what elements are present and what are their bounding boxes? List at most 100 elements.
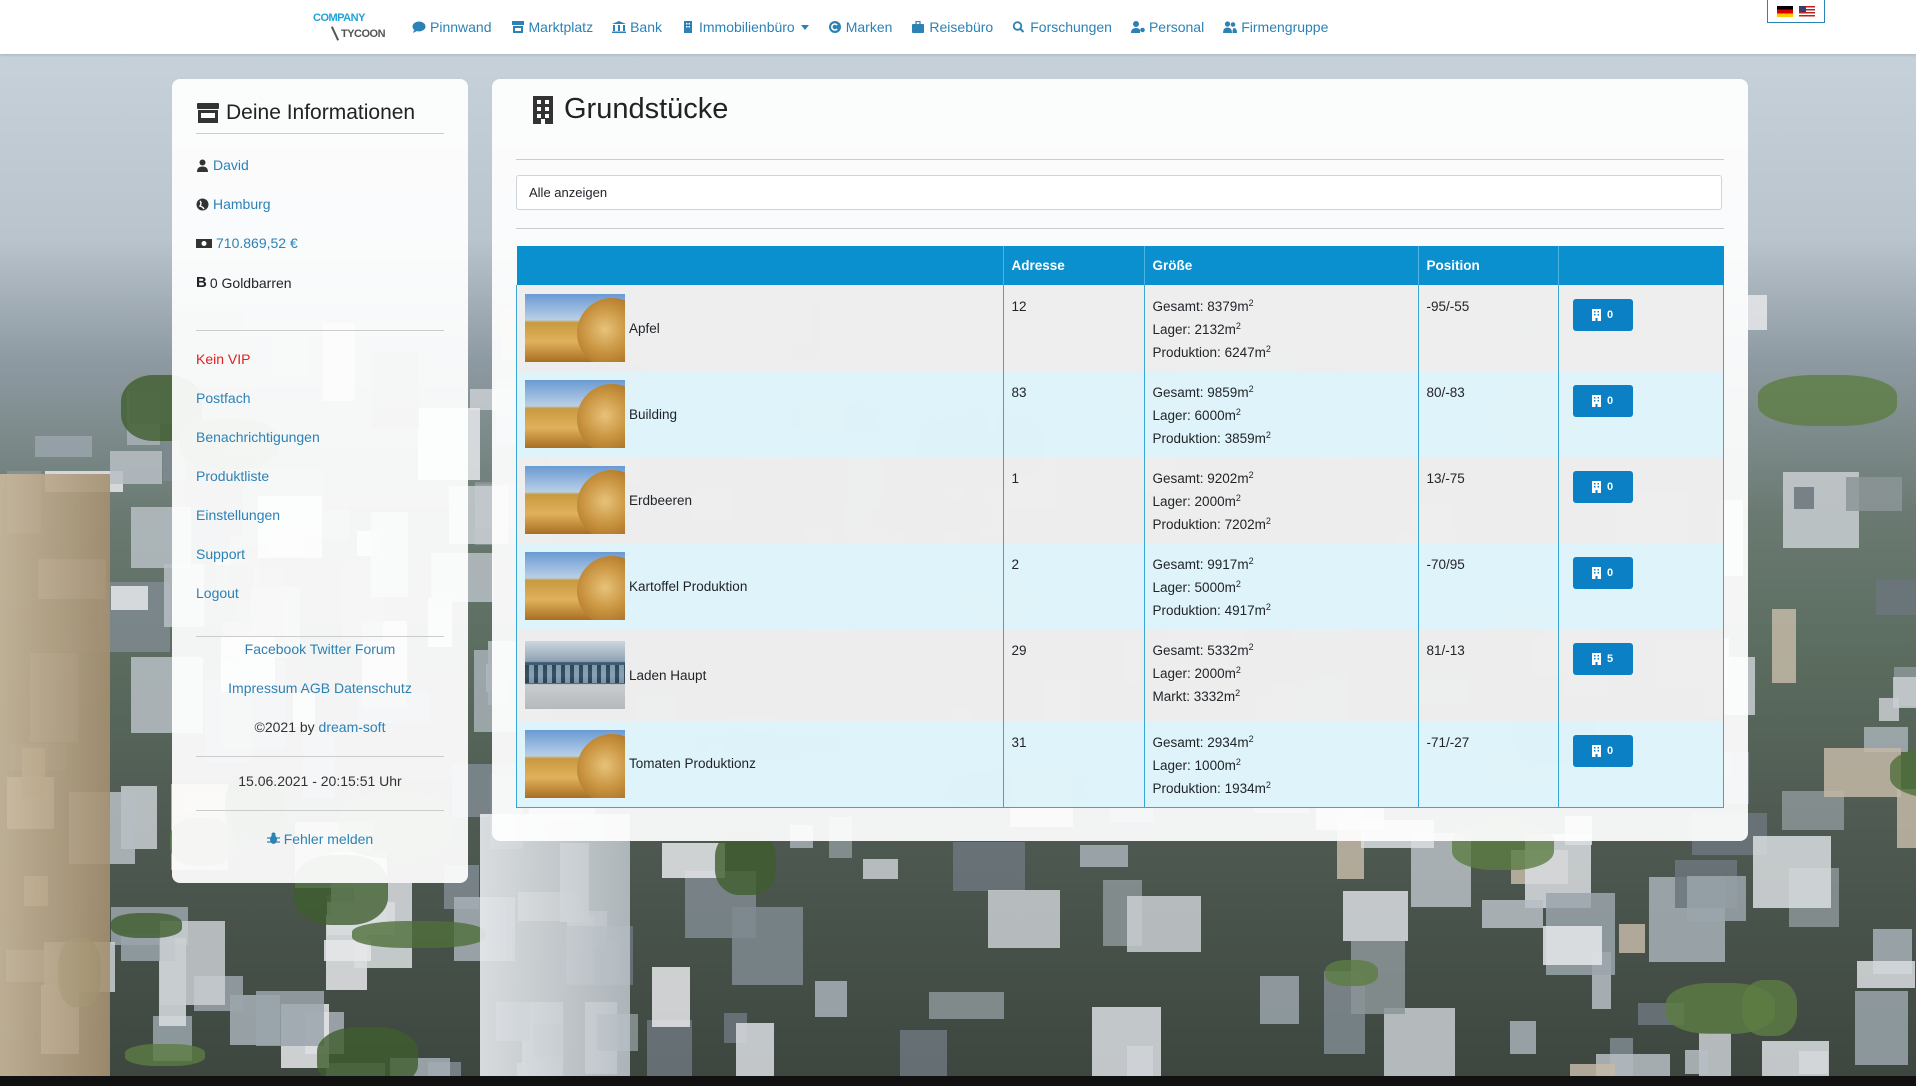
nav-item-personal[interactable]: Personal	[1130, 19, 1204, 35]
nav-item-marktplatz[interactable]: Marktplatz	[511, 19, 593, 35]
size-value: 2132m	[1194, 322, 1236, 337]
size-label: Lager:	[1152, 666, 1191, 681]
nav-item-bank[interactable]: Bank	[612, 19, 662, 35]
us-flag-icon[interactable]	[1799, 5, 1815, 17]
property-name-cell: Building	[516, 371, 1003, 457]
buildings-count: 0	[1606, 394, 1614, 407]
filter-select[interactable]: Alle anzeigen	[516, 175, 1722, 210]
buildings-button[interactable]: 0	[1572, 557, 1633, 589]
dream-soft-link[interactable]: dream-soft	[319, 719, 386, 735]
postfach-link[interactable]: Postfach	[196, 390, 250, 406]
store-icon	[197, 103, 219, 123]
hay-bale-field-image	[525, 380, 625, 448]
gold-label: 0 Goldbarren	[209, 274, 292, 291]
size-line: Lager: 2000m2	[1153, 490, 1410, 513]
property-name-cell: Kartoffel Produktion	[516, 543, 1003, 629]
buildings-button[interactable]: 0	[1572, 471, 1633, 503]
hay-bale-field-image	[525, 466, 625, 534]
buildings-button[interactable]: 5	[1572, 643, 1633, 675]
productlist-link[interactable]: Produktliste	[196, 468, 269, 484]
logo-text-top: COMPANY	[313, 12, 365, 24]
agb-link[interactable]: AGB	[301, 680, 331, 696]
money-link[interactable]: 710.869,52 €	[216, 235, 298, 251]
size-value: 2000m	[1194, 494, 1236, 509]
divider	[196, 330, 444, 331]
datenschutz-link[interactable]: Datenschutz	[334, 680, 412, 696]
impressum-link[interactable]: Impressum	[228, 680, 297, 696]
property-name: Building	[629, 406, 678, 422]
buildings-button[interactable]: 0	[1572, 385, 1633, 417]
property-size-cell: Gesamt: 9202m2 Lager: 2000m2 Produktion: 7…	[1143, 457, 1418, 543]
nav-item-pinnwand[interactable]: Pinnwand	[412, 19, 492, 35]
facebook-link[interactable]: Facebook	[245, 641, 306, 657]
column-header-name	[516, 246, 1003, 285]
size-value: 5000m	[1194, 580, 1236, 595]
size-label: Lager:	[1152, 580, 1191, 595]
city-link[interactable]: Hamburg	[213, 196, 271, 212]
size-label: Gesamt:	[1152, 735, 1204, 750]
forum-link[interactable]: Forum	[355, 641, 395, 657]
table-row: Tomaten Produktionz 31 Gesamt: 2934m2 Lager…	[516, 721, 1724, 808]
size-line: Gesamt: 9202m2	[1153, 467, 1410, 490]
nav-label: Immobilienbüro	[699, 19, 795, 35]
hay-bale-field-image	[525, 552, 625, 620]
divider	[196, 810, 444, 811]
property-position: -95/-55	[1417, 285, 1558, 371]
company-tycoon-logo[interactable]: COMPANY TYCOON	[313, 12, 391, 44]
nav-item-firmengruppe[interactable]: Firmengruppe	[1223, 19, 1328, 35]
unit-exponent: 2	[1265, 516, 1271, 526]
property-actions-cell: 0	[1557, 721, 1724, 808]
user-info: David	[196, 157, 249, 173]
size-value: 7202m	[1224, 517, 1266, 532]
property-address: 29	[1002, 629, 1144, 721]
property-name: Kartoffel Produktion	[629, 578, 748, 594]
notifications-link[interactable]: Benachrichtigungen	[196, 429, 320, 445]
page-title-text: Grundstücke	[564, 93, 729, 125]
building-icon	[1591, 567, 1601, 579]
nav-item-reisebuero[interactable]: Reisebüro	[911, 19, 993, 35]
property-position: -70/95	[1417, 543, 1558, 629]
property-size-cell: Gesamt: 2934m2 Lager: 1000m2 Produktion: 1…	[1143, 721, 1418, 808]
buildings-button[interactable]: 0	[1572, 299, 1633, 331]
nav-item-forschungen[interactable]: Forschungen	[1012, 19, 1112, 35]
size-line: Lager: 1000m2	[1153, 754, 1410, 777]
bug-icon	[266, 832, 280, 844]
size-label: Markt:	[1152, 689, 1191, 704]
column-header-actions	[1557, 246, 1724, 285]
username-link[interactable]: David	[213, 157, 249, 173]
legal-links: Impressum AGB Datenschutz	[196, 680, 444, 696]
size-label: Lager:	[1152, 322, 1191, 337]
size-value: 8379m	[1207, 299, 1249, 314]
property-name: Laden Haupt	[629, 667, 707, 683]
logo-text-bottom: TYCOON	[341, 28, 386, 40]
logout-link[interactable]: Logout	[196, 585, 239, 601]
size-value: 5332m	[1207, 643, 1249, 658]
table-row: Building 83 Gesamt: 9859m2 Lager: 6000m2 Pro…	[516, 371, 1724, 457]
size-label: Lager:	[1152, 494, 1191, 509]
report-bug[interactable]: Fehler melden	[196, 831, 444, 847]
settings-link[interactable]: Einstellungen	[196, 507, 280, 523]
property-name-cell: Tomaten Produktionz	[516, 721, 1003, 808]
sidebar-header: Deine Informationen	[196, 93, 444, 134]
size-line: Gesamt: 2934m2	[1153, 731, 1410, 754]
properties-panel: Grundstücke Alle anzeigen Adresse Größe …	[492, 79, 1748, 841]
nav-item-marken[interactable]: Marken	[828, 19, 892, 35]
nav-label: Forschungen	[1030, 19, 1112, 35]
size-value: 9859m	[1207, 385, 1249, 400]
report-bug-link[interactable]: Fehler melden	[284, 831, 374, 847]
size-line: Gesamt: 9859m2	[1153, 381, 1410, 404]
divider	[516, 159, 1724, 160]
vip-link[interactable]: Kein VIP	[196, 351, 250, 367]
twitter-link[interactable]: Twitter	[310, 641, 351, 657]
buildings-button[interactable]: 0	[1572, 735, 1633, 767]
column-header-position: Position	[1417, 246, 1558, 285]
support-link[interactable]: Support	[196, 546, 245, 562]
size-value: 1000m	[1194, 758, 1236, 773]
property-actions-cell: 0	[1557, 457, 1724, 543]
german-flag-icon[interactable]	[1777, 5, 1793, 17]
copyright-text: ©2021 by	[254, 719, 315, 735]
property-name: Apfel	[629, 320, 660, 336]
suitcase-icon	[912, 21, 925, 33]
city-info: Hamburg	[196, 196, 271, 212]
nav-item-immobilienbuero[interactable]: Immobilienbüro	[681, 19, 809, 35]
